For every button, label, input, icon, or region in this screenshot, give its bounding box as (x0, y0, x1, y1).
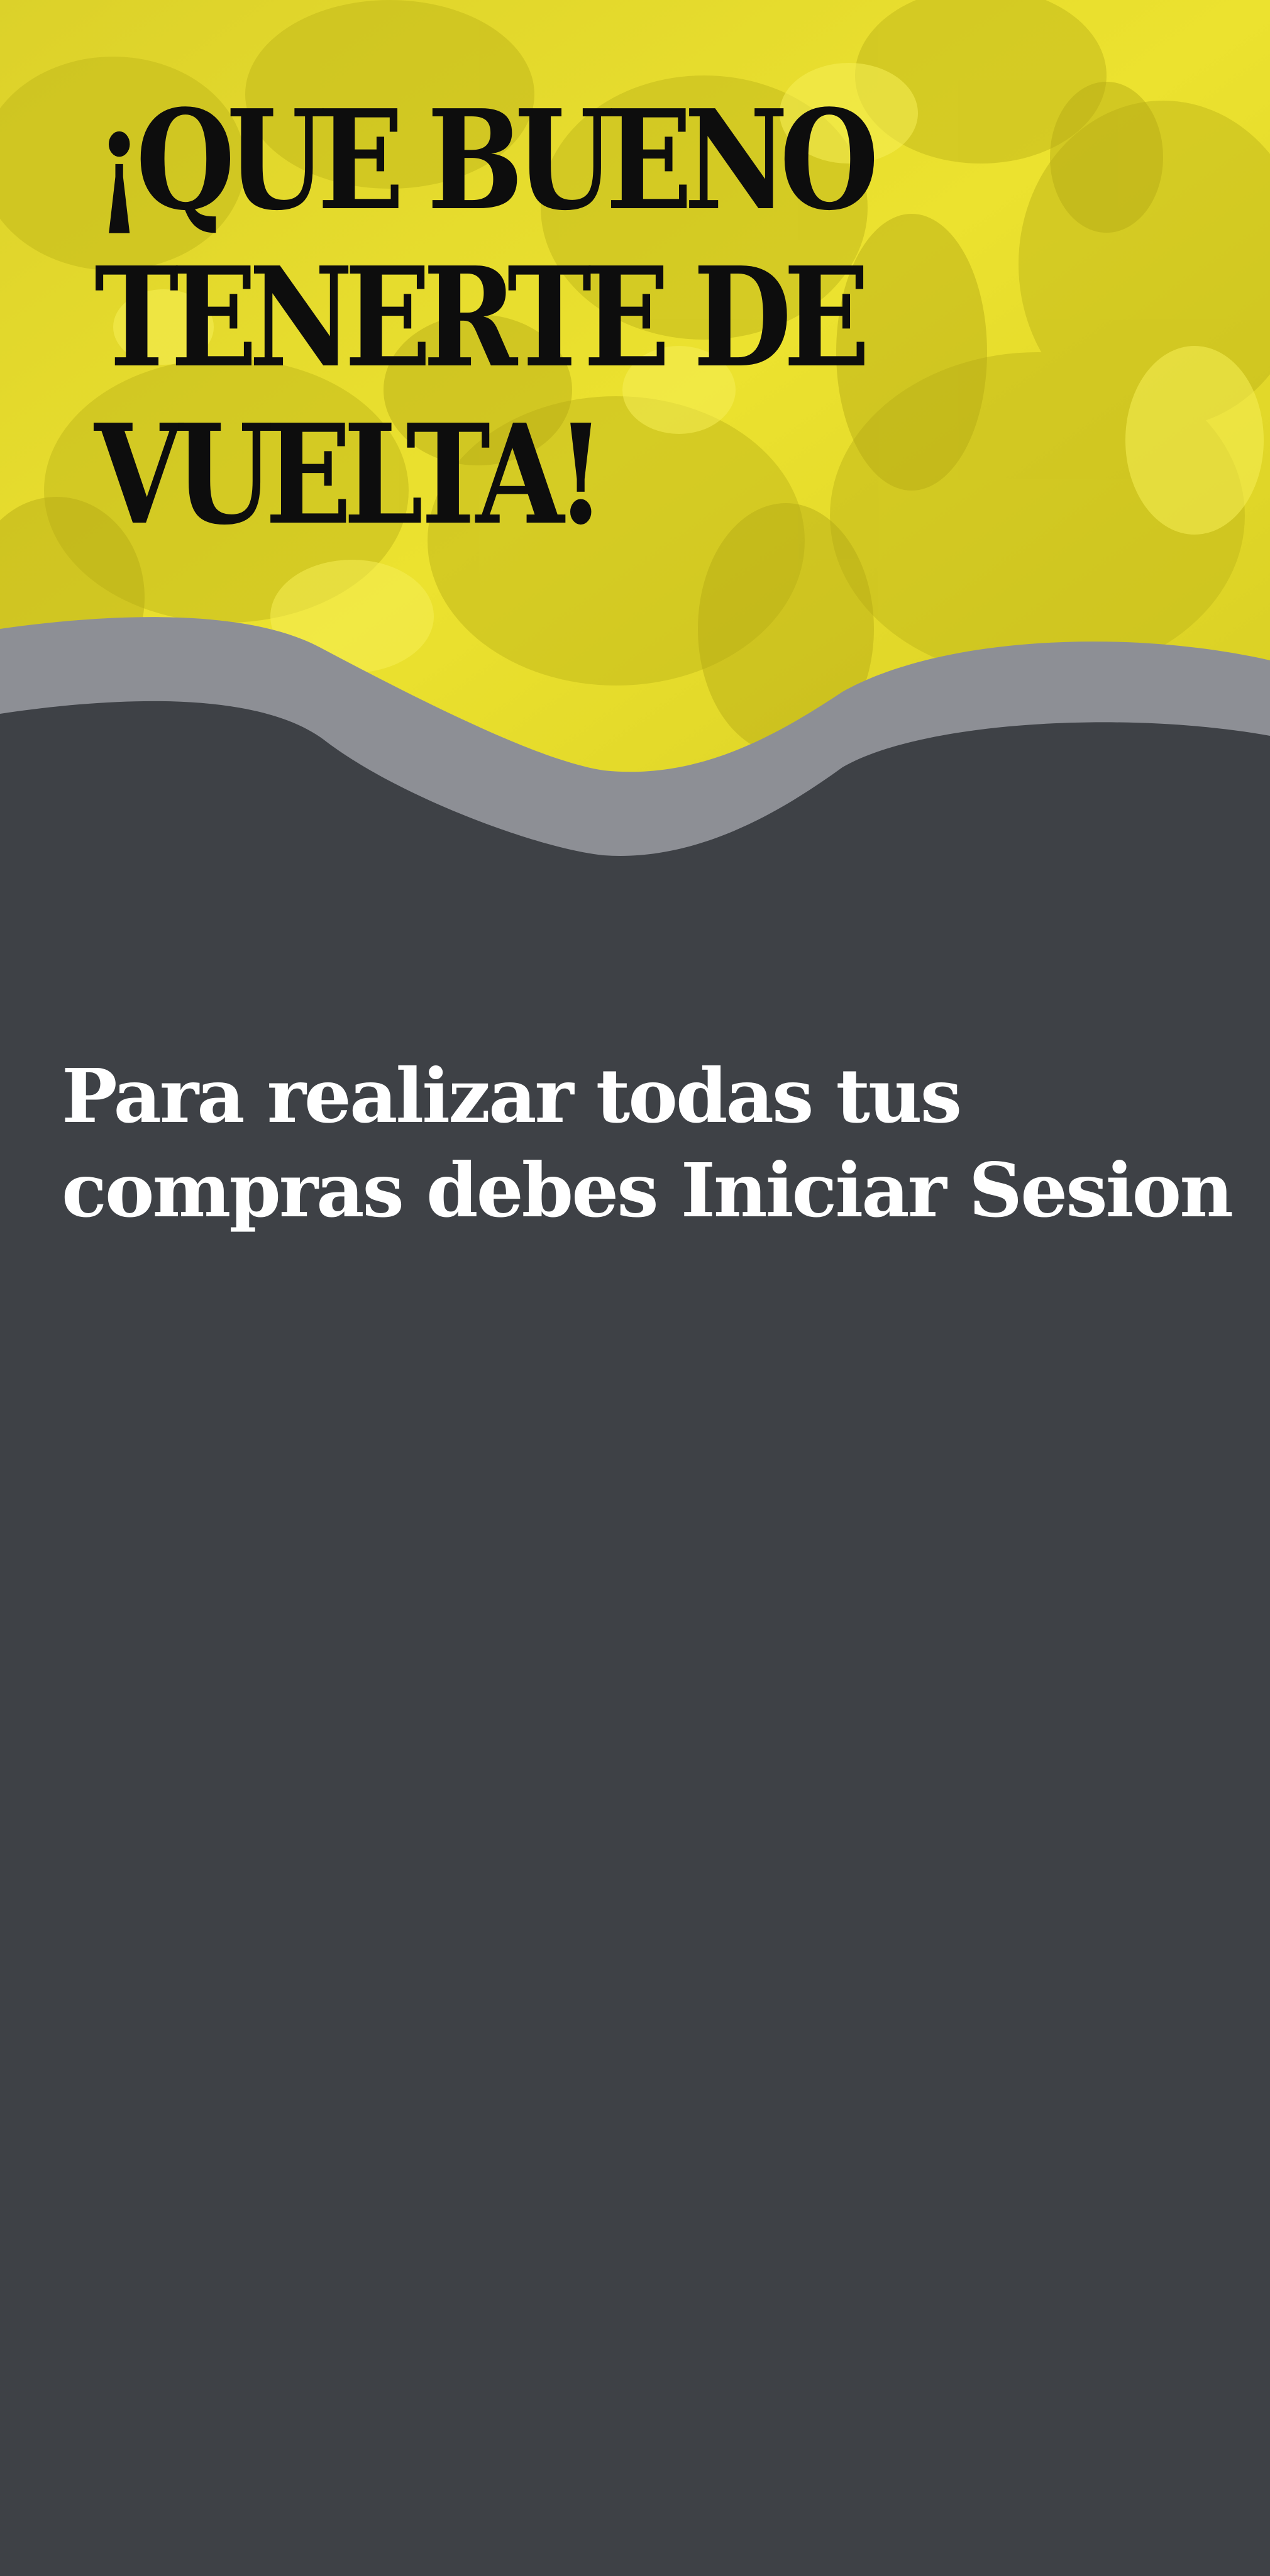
message-line: Para realizar todas tus (62, 1052, 962, 1140)
message-line: compras debes Iniciar Sesion (62, 1146, 1234, 1234)
welcome-back-headline: ¡QUE BUENO TENERTE DE VUELTA! (94, 80, 879, 555)
headline-line: VUELTA! (94, 394, 605, 555)
login-required-message: Para realizar todas tus compras debes In… (62, 1049, 1234, 1238)
welcome-back-screen: ¡QUE BUENO TENERTE DE VUELTA! Para reali… (0, 0, 1270, 2576)
hero-banner: ¡QUE BUENO TENERTE DE VUELTA! (0, 0, 1270, 868)
headline-line: TENERTE DE (94, 237, 870, 398)
headline-line: ¡QUE BUENO (94, 80, 879, 241)
